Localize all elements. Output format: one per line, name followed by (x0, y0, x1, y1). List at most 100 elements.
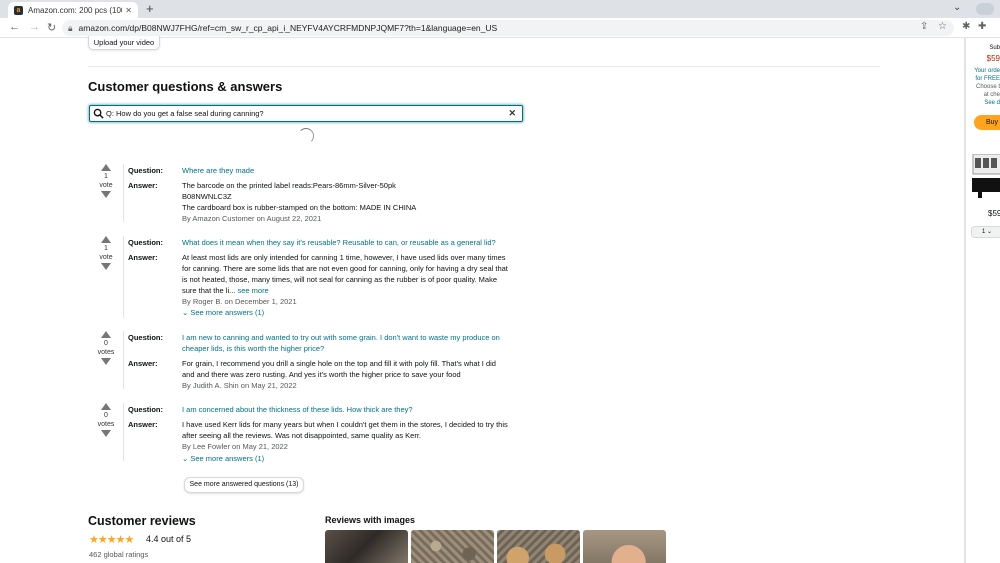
see-more-answered-questions-button[interactable]: See more answered questions (13) (184, 477, 304, 493)
question-link[interactable]: What does it mean when they say it's reu… (182, 237, 528, 248)
answer-text: At least most lids are only intended for… (182, 252, 528, 307)
upvote-icon[interactable] (101, 236, 111, 243)
answer-line: At least most lids are only intended for… (182, 253, 506, 262)
amazon-favicon-icon: a (14, 5, 23, 15)
browser-toolbar: ← → ↻ 🔒︎ amazon.com/dp/B08NWJ7FHG/ref=cm_… (0, 18, 1000, 38)
reload-icon[interactable]: ↻ (47, 21, 56, 34)
qa-item: 1 vote Question: Where are they made Ans… (96, 164, 536, 224)
lock-icon: 🔒︎ (68, 23, 73, 33)
review-image[interactable] (497, 530, 580, 563)
question-link[interactable]: I am concerned about the thickness of th… (182, 404, 528, 415)
order-line: at che (983, 92, 1000, 98)
upvote-icon[interactable] (101, 331, 111, 338)
vote-widget: 1 vote (96, 236, 116, 270)
back-icon[interactable]: ← (9, 21, 20, 33)
order-line: See d (984, 100, 1000, 106)
answer-line: is not heated, those, many times, will n… (182, 275, 498, 284)
forward-icon[interactable]: → (29, 21, 40, 33)
downvote-icon[interactable] (101, 263, 111, 270)
downvote-icon[interactable] (101, 191, 111, 198)
qa-search-box[interactable]: ✕ (89, 105, 523, 122)
clear-search-icon[interactable]: ✕ (508, 108, 516, 119)
downvote-icon[interactable] (101, 430, 111, 437)
qa-item: 0 votes Question: I am concerned about t… (96, 403, 536, 465)
rating-text: 4.4 out of 5 (146, 534, 192, 544)
subscribe-label: Sub (989, 45, 1000, 51)
section-divider (88, 66, 880, 67)
qa-item: 1 vote Question: What does it mean when … (96, 236, 536, 322)
tab-search-icon[interactable]: ⌄ (953, 2, 961, 13)
star-rating-icon[interactable]: ★★★★★ (89, 533, 134, 546)
customer-reviews-title: Customer reviews (88, 514, 196, 528)
tab-close-icon[interactable]: ✕ (125, 6, 132, 15)
see-more-answers-link[interactable]: ⌄ See more answers (1) (182, 308, 264, 317)
order-line: Your orde (974, 68, 1000, 74)
answer-line: B08NWNLC3Z (182, 192, 232, 201)
review-image[interactable] (325, 530, 408, 563)
answer-line: The cardboard box is rubber-stamped on t… (182, 203, 417, 212)
product-thumbnail[interactable] (972, 153, 1000, 200)
answer-line: and and there was zero rusting. And yes … (182, 370, 461, 379)
new-tab-button[interactable]: + (146, 1, 154, 16)
browser-tab-bar: a Amazon.com: 200 pcs (100 pcs ... ✕ + ⌄ (0, 0, 1000, 18)
answer-text: I have used Kerr lids for many years but… (182, 419, 528, 452)
question-label: Question: (128, 166, 163, 175)
answer-line: sure that the li... (182, 286, 236, 295)
downvote-icon[interactable] (101, 358, 111, 365)
review-image[interactable] (411, 530, 494, 563)
order-line: for FREE (975, 76, 1000, 82)
answer-line: The barcode on the printed label reads:P… (182, 181, 396, 190)
extension-icon[interactable]: ✱ (962, 21, 970, 32)
qa-divider-line (123, 403, 124, 461)
answer-line: after seeing all the reviews. Was not di… (182, 431, 422, 440)
vote-widget: 1 vote (96, 164, 116, 198)
qa-item: 0 votes Question: I am new to canning an… (96, 331, 536, 393)
loading-spinner-icon (298, 128, 314, 144)
vote-label: votes (97, 421, 115, 428)
browser-tab[interactable]: a Amazon.com: 200 pcs (100 pcs ... ✕ (8, 2, 138, 18)
address-bar[interactable]: 🔒︎ amazon.com/dp/B08NWJ7FHG/ref=cm_sw_r_c… (62, 20, 954, 36)
profile-icon[interactable] (976, 3, 994, 15)
product-image-icon (972, 153, 1000, 198)
question-label: Question: (128, 238, 163, 247)
answer-byline: By Lee Fowler on May 21, 2022 (182, 442, 288, 451)
order-line: Choose t (975, 84, 1000, 90)
question-link[interactable]: Where are they made (182, 165, 528, 176)
qa-search-input[interactable] (106, 109, 509, 118)
upload-video-button[interactable]: Upload your video (88, 36, 160, 50)
puzzle-icon[interactable]: ✚ (978, 21, 986, 32)
question-label: Question: (128, 333, 163, 342)
answer-line: for canning. There are some lids that ar… (182, 264, 508, 273)
vote-label: votes (97, 349, 115, 356)
vote-label: vote (99, 254, 113, 261)
answer-byline: By Roger B. on December 1, 2021 (182, 297, 297, 306)
upvote-icon[interactable] (101, 403, 111, 410)
share-icon[interactable]: ⇪ (920, 21, 928, 32)
tab-title: Amazon.com: 200 pcs (100 pcs ... (28, 5, 122, 15)
see-more-link[interactable]: see more (237, 286, 268, 295)
search-icon (93, 108, 104, 119)
bookmark-star-icon[interactable]: ☆ (938, 21, 947, 32)
answer-text: For grain, I recommend you drill a singl… (182, 358, 528, 391)
buybox-price: $59 (986, 54, 1000, 63)
quantity-value: 1 (982, 229, 986, 235)
buy-now-button[interactable]: Buy (974, 115, 1000, 130)
qa-divider-line (123, 331, 124, 389)
review-image[interactable] (583, 530, 666, 563)
qa-divider-line (123, 236, 124, 318)
reviews-with-images-title: Reviews with images (325, 515, 416, 525)
answer-label: Answer: (128, 420, 158, 429)
vote-widget: 0 votes (96, 403, 116, 437)
qa-divider-line (123, 164, 124, 222)
question-link[interactable]: I am new to canning and wanted to try ou… (182, 332, 528, 354)
see-more-answers-link[interactable]: ⌄ See more answers (1) (182, 454, 264, 463)
answer-byline: By Amazon Customer on August 22, 2021 (182, 214, 322, 223)
upvote-icon[interactable] (101, 164, 111, 171)
answer-label: Answer: (128, 359, 158, 368)
product-price: $59 (988, 209, 1000, 218)
answer-line: I have used Kerr lids for many years but… (182, 420, 508, 429)
quantity-select[interactable]: 1 ⌄ (971, 226, 1000, 238)
vote-count: 1 (104, 173, 108, 180)
answer-label: Answer: (128, 181, 158, 190)
vote-widget: 0 votes (96, 331, 116, 365)
